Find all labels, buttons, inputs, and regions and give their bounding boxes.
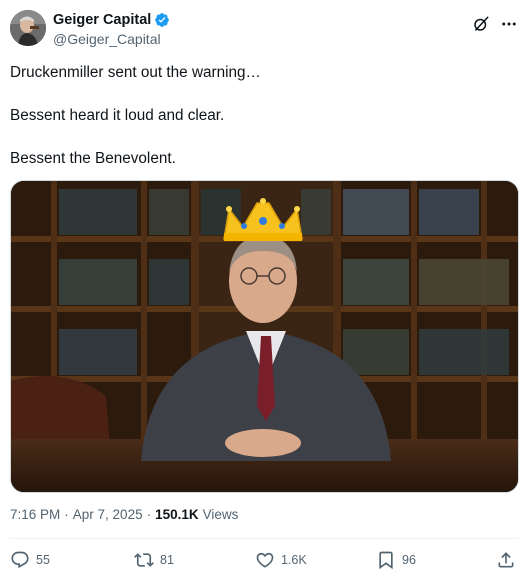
tweet-time[interactable]: 7:16 PM bbox=[10, 507, 60, 522]
tweet-date[interactable]: Apr 7, 2025 bbox=[73, 507, 143, 522]
repost-icon bbox=[134, 553, 154, 567]
like-button[interactable]: 1.6K bbox=[255, 550, 307, 570]
tweet-meta: 7:16 PM · Apr 7, 2025 · 150.1K Views bbox=[10, 507, 238, 522]
like-icon bbox=[256, 552, 274, 568]
meta-separator: · bbox=[64, 507, 69, 522]
repost-count: 81 bbox=[160, 553, 174, 567]
more-icon[interactable] bbox=[500, 15, 518, 33]
tweet-header: Geiger Capital @Geiger_Capital bbox=[10, 9, 518, 49]
bookmark-button[interactable]: 96 bbox=[376, 550, 416, 570]
views-label: Views bbox=[202, 507, 239, 522]
action-bar: 55 81 1.6K 96 bbox=[10, 550, 518, 574]
tweet-line: Bessent heard it loud and clear. bbox=[10, 107, 225, 124]
bookmark-count: 96 bbox=[402, 553, 416, 567]
name-row: Geiger Capital bbox=[53, 12, 170, 28]
bookmark-icon bbox=[379, 551, 393, 570]
tweet-line: Druckenmiller sent out the warning… bbox=[10, 64, 261, 81]
verified-badge-icon bbox=[154, 12, 170, 28]
tweet-image[interactable] bbox=[10, 180, 519, 493]
reply-count: 55 bbox=[36, 553, 50, 567]
repost-button[interactable]: 81 bbox=[134, 550, 174, 570]
handle[interactable]: @Geiger_Capital bbox=[53, 31, 161, 47]
views-count: 150.1K bbox=[155, 507, 199, 522]
tweet-text: Druckenmiller sent out the warning… Bess… bbox=[10, 62, 510, 191]
share-icon bbox=[498, 552, 514, 568]
avatar[interactable] bbox=[10, 10, 46, 46]
divider bbox=[10, 538, 518, 539]
share-button[interactable] bbox=[496, 550, 516, 570]
reply-icon bbox=[11, 551, 29, 569]
like-count: 1.6K bbox=[281, 553, 307, 567]
display-name[interactable]: Geiger Capital bbox=[53, 12, 151, 28]
grok-icon[interactable] bbox=[472, 15, 490, 33]
reply-button[interactable]: 55 bbox=[10, 550, 50, 570]
tweet-line: Bessent the Benevolent. bbox=[10, 150, 176, 167]
meta-separator: · bbox=[146, 507, 152, 522]
